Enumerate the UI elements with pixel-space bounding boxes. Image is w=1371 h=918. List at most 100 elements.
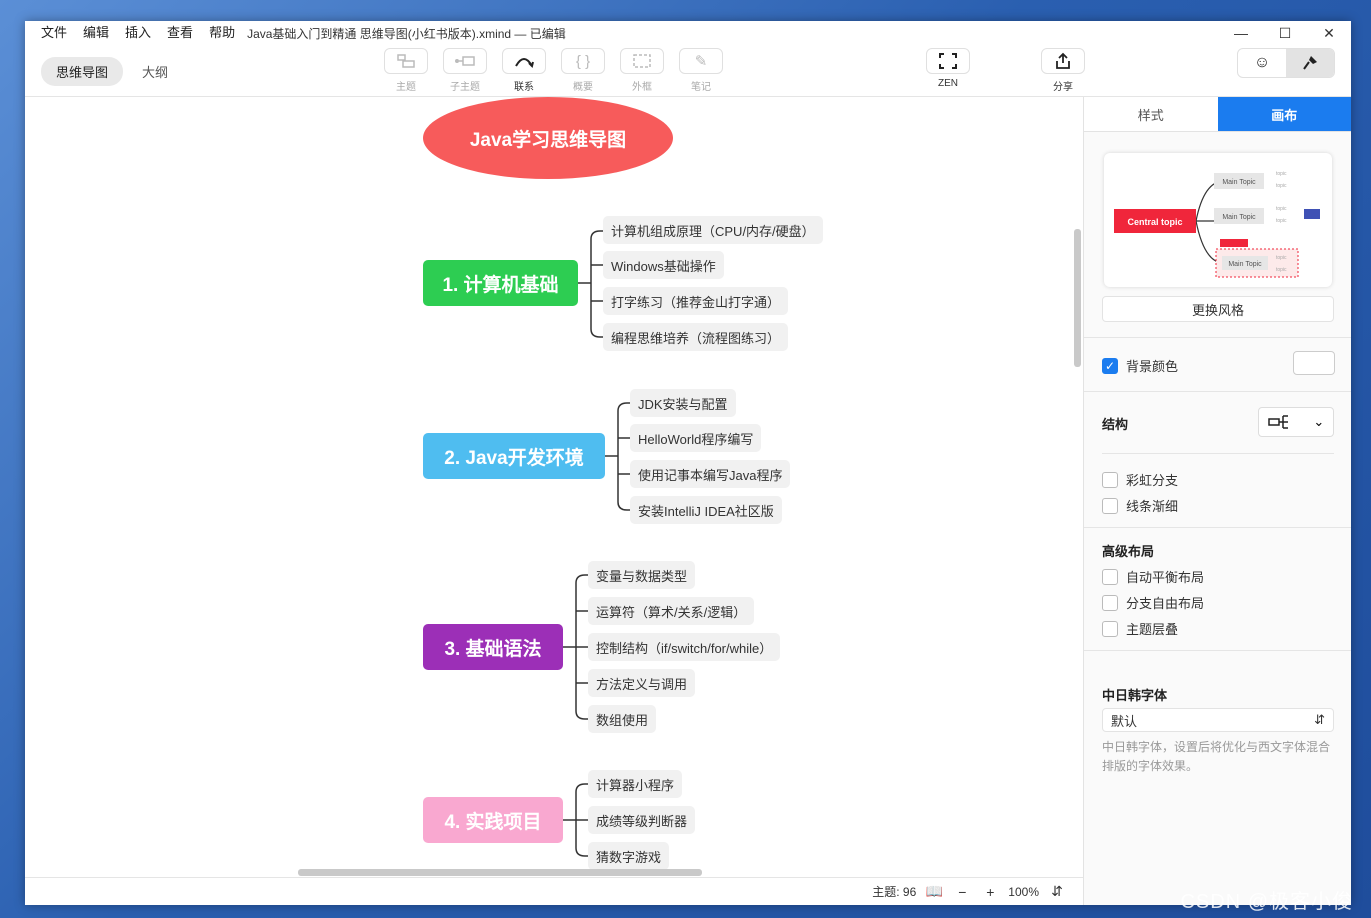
- preview-subtopic: topic: [1276, 206, 1287, 212]
- zen-button[interactable]: ZEN: [925, 48, 971, 89]
- format-brush-icon[interactable]: [1286, 49, 1334, 77]
- format-panel: 样式 画布 Central topic Main Topic Main Topi…: [1083, 97, 1351, 905]
- subtopic[interactable]: Windows基础操作: [603, 251, 724, 279]
- connector-lines: [563, 230, 630, 857]
- tapered-line-label: 线条渐细: [1126, 499, 1179, 514]
- cjk-font-select[interactable]: 默认 ⇵: [1102, 708, 1334, 732]
- vertical-scrollbar[interactable]: [1071, 97, 1083, 875]
- note-label: 笔记: [691, 82, 711, 93]
- subtopic[interactable]: 成绩等级判断器: [588, 806, 696, 834]
- window-controls: — ☐ ✕: [1219, 21, 1351, 45]
- preview-subtopic: topic: [1276, 255, 1287, 261]
- subtopic[interactable]: 安装IntelliJ IDEA社区版: [630, 496, 782, 524]
- subtopic-label: 子主题: [450, 82, 480, 93]
- main-topic-computer-basics[interactable]: 1. 计算机基础: [423, 260, 578, 306]
- subtopic[interactable]: 计算器小程序: [588, 770, 683, 798]
- watermark: CSDN @极客小俊: [1180, 891, 1353, 913]
- divider: [1084, 650, 1351, 651]
- close-icon[interactable]: ✕: [1307, 21, 1351, 45]
- menu-insert[interactable]: 插入: [117, 21, 159, 45]
- subtopic[interactable]: JDK安装与配置: [630, 389, 736, 417]
- menu-bar: 文件 编辑 插入 查看 帮助 Java基础入门到精通 思维导图(小红书版本).x…: [25, 21, 1351, 45]
- topic-overlap-option[interactable]: 主题层叠: [1102, 619, 1178, 638]
- menu-edit[interactable]: 编辑: [75, 21, 117, 45]
- rainbow-branch-checkbox[interactable]: [1102, 471, 1118, 488]
- divider: [1084, 527, 1351, 528]
- divider: [1084, 337, 1351, 338]
- mindmap-canvas[interactable]: Java学习思维导图 1. 计算机基础 计算机组成原理（CPU/内存/硬盘） W…: [25, 97, 1083, 875]
- subtopic[interactable]: 编程思维培养（流程图练习）: [603, 323, 789, 351]
- vertical-scroll-thumb[interactable]: [1074, 229, 1081, 367]
- cjk-font-value: 默认: [1111, 713, 1138, 729]
- main-topic-java-env[interactable]: 2. Java开发环境: [423, 433, 605, 479]
- relationship-button[interactable]: 联系: [501, 48, 547, 93]
- tapered-line-checkbox[interactable]: [1102, 497, 1118, 514]
- tab-mindmap[interactable]: 思维导图: [41, 57, 124, 86]
- change-style-button[interactable]: 更换风格: [1102, 296, 1334, 322]
- background-color-option[interactable]: ✓ 背景颜色: [1102, 356, 1178, 375]
- structure-title: 结构: [1102, 417, 1129, 432]
- topic-icon: [384, 48, 428, 74]
- topic-count: 主题: 96: [872, 885, 917, 899]
- subtopic[interactable]: 控制结构（if/switch/for/while）: [588, 633, 781, 661]
- zen-label: ZEN: [938, 78, 958, 89]
- preview-central-topic: Central topic: [1127, 217, 1182, 227]
- tapered-line-option[interactable]: 线条渐细: [1102, 496, 1178, 515]
- zoom-level[interactable]: 100%: [1008, 885, 1039, 899]
- smiley-icon[interactable]: ☺: [1238, 49, 1286, 77]
- cjk-font-title: 中日韩字体: [1102, 688, 1168, 703]
- theme-preview[interactable]: Central topic Main Topic Main Topic Main…: [1104, 153, 1332, 287]
- auto-balance-option[interactable]: 自动平衡布局: [1102, 567, 1204, 586]
- topic-button[interactable]: 主题: [383, 48, 429, 93]
- free-branch-checkbox[interactable]: [1102, 594, 1118, 611]
- share-button[interactable]: 分享: [1040, 48, 1086, 93]
- tab-canvas[interactable]: 画布: [1217, 97, 1351, 131]
- zoom-out-icon[interactable]: −: [952, 882, 972, 902]
- auto-balance-checkbox[interactable]: [1102, 568, 1118, 585]
- preview-main-topic: Main Topic: [1222, 179, 1256, 186]
- preview-subtopic: topic: [1276, 218, 1287, 224]
- boundary-icon: [620, 48, 664, 74]
- structure-select[interactable]: ⌄: [1258, 407, 1334, 437]
- central-topic[interactable]: Java学习思维导图: [423, 97, 673, 179]
- rainbow-branch-option[interactable]: 彩虹分支: [1102, 470, 1178, 489]
- subtopic[interactable]: 变量与数据类型: [588, 561, 696, 589]
- topic-overlap-checkbox[interactable]: [1102, 620, 1118, 637]
- horizontal-scroll-thumb[interactable]: [298, 869, 702, 876]
- background-color-checkbox[interactable]: ✓: [1102, 357, 1118, 374]
- tab-style[interactable]: 样式: [1084, 97, 1218, 131]
- subtopic[interactable]: 运算符（算术/关系/逻辑）: [588, 597, 755, 625]
- menu-help[interactable]: 帮助: [201, 21, 243, 45]
- subtopic[interactable]: 数组使用: [588, 705, 657, 733]
- relationship-icon: [502, 48, 546, 74]
- preview-subtopic: topic: [1276, 267, 1287, 273]
- zoom-stepper-icon[interactable]: ⇵: [1047, 882, 1067, 902]
- relationship-label: 联系: [514, 82, 534, 93]
- summary-label: 概要: [573, 82, 593, 93]
- tab-outline[interactable]: 大纲: [127, 57, 183, 86]
- subtopic[interactable]: HelloWorld程序编写: [630, 424, 762, 452]
- document-title: Java基础入门到精通 思维导图(小红书版本).xmind — 已编辑: [247, 26, 566, 41]
- panel-toggle-group: ☺: [1237, 48, 1335, 78]
- subtopic[interactable]: 猜数字游戏: [588, 842, 670, 870]
- maximize-icon[interactable]: ☐: [1263, 21, 1307, 45]
- subtopic[interactable]: 打字练习（推荐金山打字通）: [603, 287, 789, 315]
- summary-icon: { }: [561, 48, 605, 74]
- main-topic-projects[interactable]: 4. 实践项目: [423, 797, 563, 843]
- subtopic[interactable]: 计算机组成原理（CPU/内存/硬盘）: [603, 216, 823, 244]
- summary-button[interactable]: { } 概要: [560, 48, 606, 93]
- subtopic[interactable]: 使用记事本编写Java程序: [630, 460, 791, 488]
- menu-view[interactable]: 查看: [159, 21, 201, 45]
- zoom-in-icon[interactable]: +: [980, 882, 1000, 902]
- background-color-swatch[interactable]: [1293, 351, 1335, 375]
- map-book-icon[interactable]: 📖: [924, 882, 944, 902]
- minimize-icon[interactable]: —: [1219, 21, 1263, 45]
- free-branch-option[interactable]: 分支自由布局: [1102, 593, 1204, 612]
- note-button[interactable]: ✎ 笔记: [678, 48, 724, 93]
- horizontal-scrollbar[interactable]: [25, 867, 1071, 877]
- menu-file[interactable]: 文件: [33, 21, 75, 45]
- subtopic[interactable]: 方法定义与调用: [588, 669, 696, 697]
- main-topic-syntax[interactable]: 3. 基础语法: [423, 624, 563, 670]
- boundary-button[interactable]: 外框: [619, 48, 665, 93]
- subtopic-button[interactable]: 子主题: [442, 48, 488, 93]
